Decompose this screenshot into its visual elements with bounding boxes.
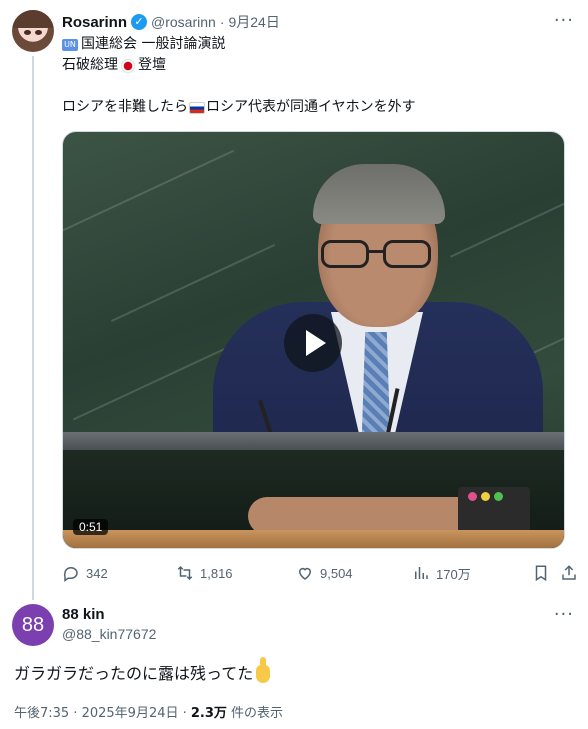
author-handle[interactable]: @rosarinn: [151, 14, 216, 30]
reply-meta: 午後7:35 · 2025年9月24日 · 2.3万 件の表示: [14, 702, 283, 721]
tweet-text: UN 国連総会 一般討論演説 石破総理 登壇 ロシアを非難したら ロシア代表が同…: [62, 34, 562, 118]
reply-author-name[interactable]: 88 kin: [62, 606, 105, 623]
reply-text-content: ガラガラだったのに露は残ってた: [14, 664, 254, 683]
like-button[interactable]: 9,504: [296, 562, 353, 584]
russia-flag-icon: [189, 101, 205, 114]
play-icon[interactable]: [284, 314, 342, 372]
retweet-count: 1,816: [200, 565, 233, 581]
video-player[interactable]: 0:51: [62, 131, 565, 549]
retweet-button[interactable]: 1,816: [176, 562, 233, 584]
reply-count: 342: [86, 565, 108, 581]
middle-finger-emoji-icon: [256, 657, 271, 683]
like-count: 9,504: [320, 565, 353, 581]
separator: ·: [219, 14, 225, 30]
reply-timestamp[interactable]: 午後7:35 · 2025年9月24日 ·: [14, 706, 191, 721]
reply-avatar[interactable]: 88: [12, 604, 54, 646]
author-avatar[interactable]: [12, 10, 54, 52]
reply-button[interactable]: 342: [62, 562, 108, 584]
reply-more-options-icon[interactable]: ···: [554, 604, 574, 625]
video-duration: 0:51: [73, 519, 109, 535]
reply-icon: [63, 567, 78, 582]
reply-views-label: 件の表示: [226, 706, 284, 721]
reply-views-count: 2.3万: [190, 706, 227, 721]
tweet-line-2b: 登壇: [138, 57, 166, 73]
reply-author-handle[interactable]: @88_kin77672: [62, 626, 156, 642]
parent-tweet[interactable]: Rosarinn ✓ @rosarinn · 9月24日 ··· UN 国連総会…: [0, 0, 588, 600]
tweet-line-3a: ロシアを非難したら: [62, 99, 188, 115]
tweet-date[interactable]: 9月24日: [228, 12, 279, 32]
verified-badge-icon: ✓: [131, 14, 148, 30]
un-flag-icon: UN: [62, 38, 78, 51]
author-name[interactable]: Rosarinn: [62, 14, 127, 31]
views-chart-icon: [415, 567, 428, 579]
share-button[interactable]: [560, 562, 578, 584]
thread-line: [32, 56, 34, 600]
reply-text: ガラガラだったのに露は残ってた: [14, 657, 271, 686]
heart-icon: [298, 567, 312, 580]
more-options-icon[interactable]: ···: [554, 10, 574, 31]
bookmark-icon: [535, 565, 547, 582]
tweet-line-3b: ロシア代表が同通イヤホンを外す: [206, 99, 416, 115]
retweet-icon: [177, 565, 193, 581]
bookmark-button[interactable]: [532, 562, 550, 584]
views-button[interactable]: 170万: [412, 562, 471, 584]
tweet-header: Rosarinn ✓ @rosarinn · 9月24日: [62, 12, 280, 32]
action-bar: 342 1,816 9,504 170万: [62, 562, 580, 584]
tweet-line-2a: 石破総理: [62, 57, 118, 73]
japan-flag-icon: [121, 58, 135, 73]
view-count: 170万: [436, 566, 471, 582]
share-icon: [562, 565, 576, 580]
tweet-line-1: 国連総会 一般討論演説: [81, 36, 226, 52]
